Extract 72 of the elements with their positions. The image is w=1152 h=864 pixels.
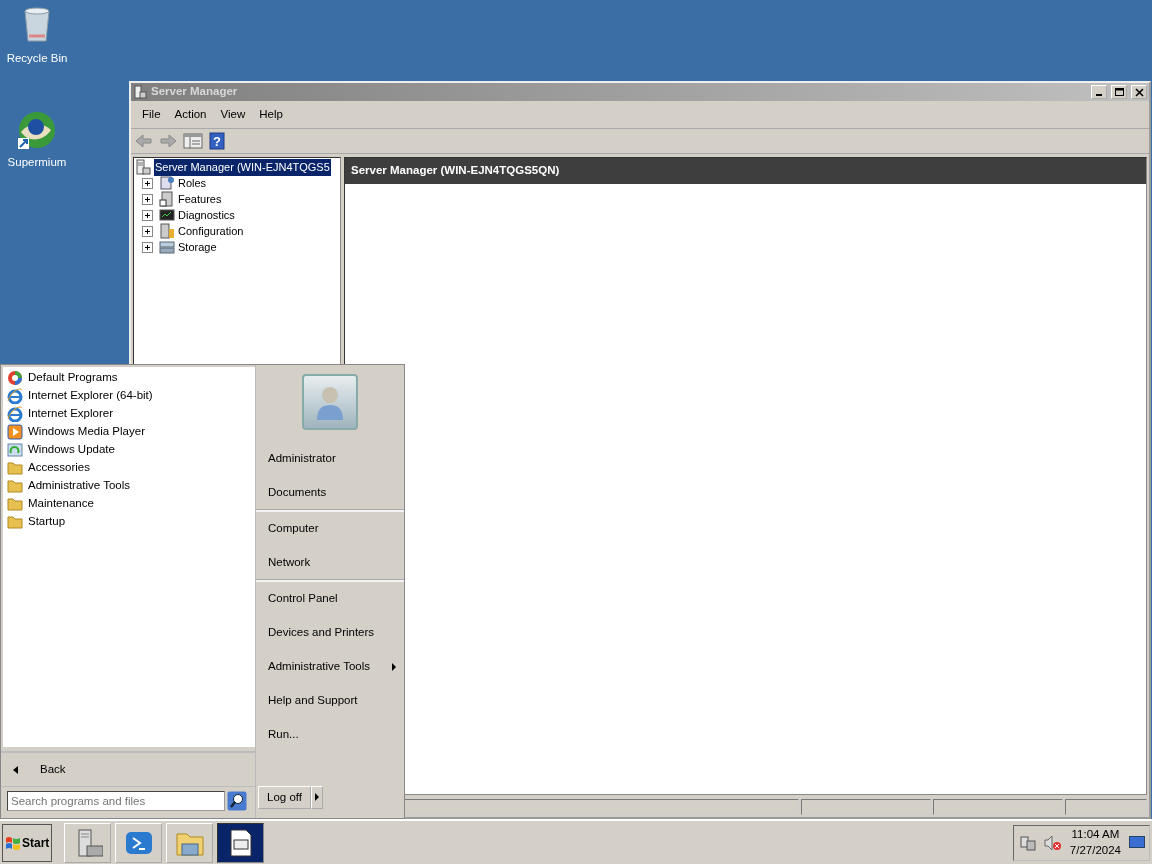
folder-icon: [7, 478, 23, 494]
monitor-icon: [159, 207, 175, 224]
start-menu-link[interactable]: Help and Support: [256, 684, 404, 718]
tree-item[interactable]: Server Manager (WIN-EJN4TQGS5: [154, 159, 331, 176]
person-icon: [315, 384, 345, 420]
start-menu-link[interactable]: Run...: [256, 718, 404, 752]
start-menu-link[interactable]: Administrative Tools: [256, 650, 404, 684]
start-menu-link[interactable]: Devices and Printers: [256, 616, 404, 650]
expand-box[interactable]: [142, 225, 153, 237]
flag-icon: [5, 834, 21, 851]
expand-box[interactable]: [142, 177, 153, 189]
start-menu-link[interactable]: Control Panel: [256, 582, 404, 616]
back-button[interactable]: Back: [1, 751, 255, 787]
configuration-icon: [159, 223, 175, 240]
menu-item[interactable]: View: [213, 104, 253, 126]
menu-item[interactable]: Help: [252, 104, 290, 126]
program-item[interactable]: Startup: [7, 513, 251, 531]
roles-icon: [159, 175, 175, 192]
close-icon[interactable]: [1133, 87, 1145, 97]
maximize-icon[interactable]: [1113, 87, 1125, 97]
network-icon[interactable]: [1019, 834, 1036, 851]
left-arrow-icon: [13, 765, 18, 774]
search-field[interactable]: Search programs and files: [7, 791, 225, 811]
right-arrow-icon: [314, 793, 319, 802]
taskbar-button[interactable]: [217, 822, 264, 863]
tree-item[interactable]: Features: [178, 191, 222, 208]
program-item[interactable]: Default Programs: [7, 369, 251, 387]
folder-icon: [7, 496, 23, 512]
tree-item[interactable]: Diagnostics: [178, 207, 235, 224]
start-menu-link[interactable]: Administrator: [256, 442, 404, 476]
storage-icon: [159, 239, 175, 256]
play-icon: [7, 424, 23, 440]
pane-header: Server Manager (WIN-EJN4TQGS5QN): [345, 158, 1146, 184]
speaker-muted-icon[interactable]: [1043, 834, 1062, 851]
desktop-icon-label[interactable]: Recycle Bin: [6, 50, 68, 68]
program-item[interactable]: Windows Update: [7, 441, 251, 459]
program-item[interactable]: Internet Explorer (64-bit): [7, 387, 251, 405]
browser-icon: [7, 406, 23, 422]
program-item[interactable]: Internet Explorer: [7, 405, 251, 423]
menu-item[interactable]: Action: [167, 104, 214, 126]
clock[interactable]: 11:04 AM 7/27/2024: [1069, 827, 1121, 858]
right-arrow-icon: [392, 663, 396, 671]
log-off-button[interactable]: Log off: [258, 785, 311, 809]
circle-icon: [7, 370, 23, 386]
menu-item[interactable]: File: [135, 104, 168, 126]
window-title: Server Manager: [151, 84, 239, 100]
program-item[interactable]: Windows Media Player: [7, 423, 251, 441]
start-menu-link[interactable]: Network: [256, 546, 404, 580]
tree-item[interactable]: Roles: [178, 175, 207, 192]
globe-icon: [17, 110, 57, 150]
server-icon: [135, 159, 151, 176]
browser-icon: [7, 388, 23, 404]
update-icon: [7, 442, 23, 458]
tree-item[interactable]: Configuration: [178, 223, 244, 240]
desktop-icon-label[interactable]: Supermium: [7, 154, 67, 172]
start-menu-link[interactable]: Computer: [256, 512, 404, 546]
program-item[interactable]: Accessories: [7, 459, 251, 477]
server-icon: [133, 85, 147, 99]
tree-item[interactable]: Storage: [178, 239, 217, 256]
features-icon: [159, 191, 175, 208]
program-item[interactable]: Administrative Tools: [7, 477, 251, 495]
help-icon[interactable]: ?: [209, 132, 225, 151]
expand-box[interactable]: [142, 209, 153, 221]
expand-box[interactable]: [142, 193, 153, 205]
expand-box[interactable]: [142, 241, 153, 253]
folder-icon: [7, 460, 23, 476]
search-icon[interactable]: [227, 791, 247, 811]
show-desktop-icon[interactable]: [1129, 835, 1145, 850]
program-item[interactable]: Maintenance: [7, 495, 251, 513]
start-menu-link[interactable]: Documents: [256, 476, 404, 510]
folder-icon: [7, 514, 23, 530]
start-button[interactable]: Start: [2, 823, 52, 862]
